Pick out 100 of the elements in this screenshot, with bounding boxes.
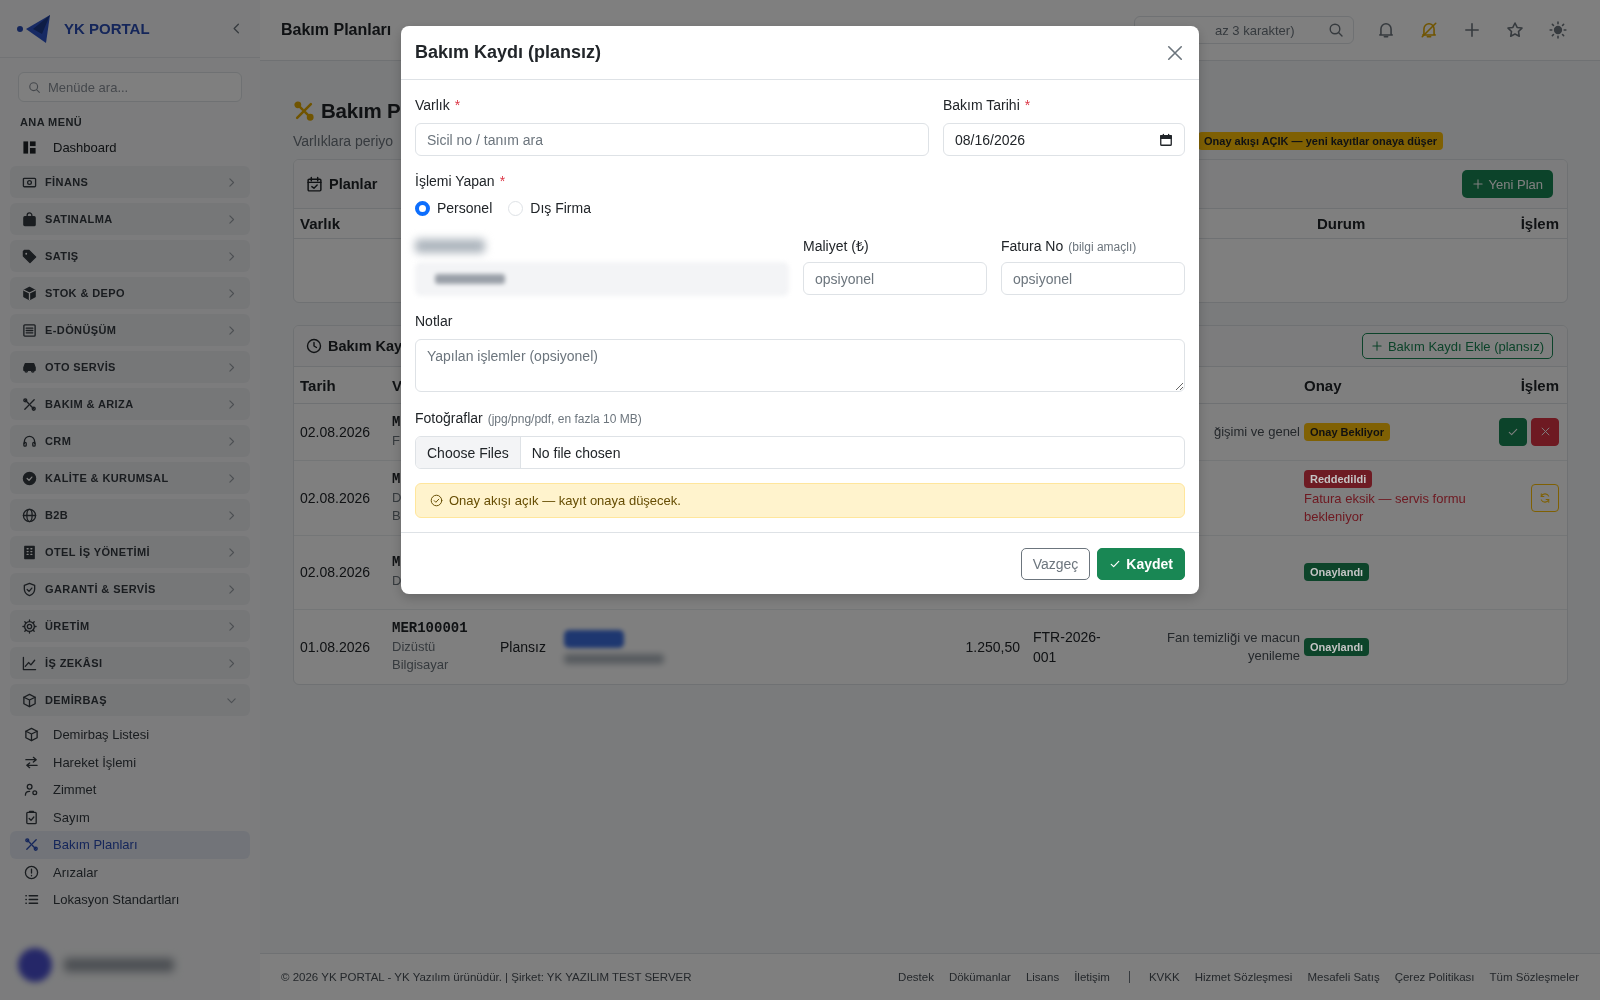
table-cell-text: Fan temizliği ve macun yenileme [1166, 628, 1301, 665]
asset-name: Dizüstü Bilgisayar [392, 637, 449, 674]
invoice-field[interactable]: opsiyonel [1001, 262, 1185, 295]
field-label: Fotoğraflar [415, 409, 483, 427]
choose-files-button[interactable]: Choose Files [416, 437, 521, 468]
reject-button[interactable] [1531, 417, 1559, 446]
notes-field[interactable]: Yapılan işlemler (opsiyonel) [415, 339, 1185, 392]
sidebar-item[interactable]: Arızalar [10, 858, 250, 886]
seal-icon [22, 470, 37, 486]
menu-group[interactable]: FİNANS [10, 166, 250, 198]
footer-link[interactable]: Destek [898, 971, 934, 983]
table-cell-text: Plansız [500, 638, 547, 655]
sidebar-item[interactable]: Bakım Planları [10, 831, 250, 859]
table-cell-text: 02.08.2026 [300, 489, 372, 506]
column-header: Varlık [300, 215, 342, 232]
search-icon [1328, 22, 1344, 38]
star-icon[interactable] [1505, 21, 1524, 39]
asset-search-field[interactable]: Sicil no / tanım ara [415, 123, 929, 156]
radio-label: Dış Firma [530, 200, 591, 216]
tools-icon [293, 100, 315, 122]
menu-group[interactable]: BAKIM & ARIZA [10, 388, 250, 420]
menu-group[interactable]: SATIŞ [10, 240, 250, 272]
menu-group[interactable]: DEMİRBAŞ [10, 684, 250, 716]
section-label: ANA MENÜ [19, 116, 84, 128]
dashboard-icon [22, 139, 37, 155]
menu-group[interactable]: SATINALMA [10, 203, 250, 235]
menu-group[interactable]: İŞ ZEKÂSI [10, 647, 250, 679]
footer-link[interactable]: KVKK [1148, 971, 1180, 983]
rejection-note: Fatura eksik — servis formu bekleniyor [1304, 489, 1467, 526]
radio-option[interactable]: Dış Firma [508, 200, 591, 216]
new-plan-button[interactable]: Yeni Plan [1461, 170, 1553, 198]
cube-icon [22, 692, 37, 708]
placeholder-text: Menüde ara... [48, 79, 129, 95]
date-field[interactable]: 08/16/2026 [943, 123, 1185, 156]
alert-icon [24, 864, 39, 880]
menu-group[interactable]: E-DÖNÜŞÜM [10, 314, 250, 346]
field-label: Fatura No [1001, 237, 1064, 255]
sidebar-item[interactable]: Sayım [10, 803, 250, 831]
file-input[interactable]: Choose Files No file chosen [415, 436, 1185, 469]
save-button[interactable]: Kaydet [1097, 548, 1185, 580]
cube-icon [24, 727, 39, 743]
add-record-button[interactable]: Bakım Kaydı Ekle (plansız) [1361, 333, 1553, 359]
sidebar-item[interactable]: Hareket İşlemi [10, 748, 250, 776]
clock-icon [306, 338, 322, 354]
required-mark: * [454, 96, 461, 114]
field-hint: (jpg/png/pdf, en fazla 10 MB) [487, 411, 642, 428]
approve-button[interactable] [1499, 417, 1527, 446]
menu-group[interactable]: GARANTİ & SERVİS [10, 573, 250, 605]
headset-icon [22, 433, 37, 449]
table-cell-text: ğişimi ve genel [1213, 422, 1301, 441]
bag-icon [22, 211, 37, 227]
check-circle-icon [430, 494, 443, 507]
plus-icon[interactable] [1462, 21, 1481, 39]
sidebar-item[interactable]: Zimmet [10, 776, 250, 804]
footer-link[interactable]: Mesafeli Satış [1307, 971, 1380, 983]
bell-slash-icon[interactable] [1419, 21, 1438, 39]
menu-group[interactable]: OTO SERVİS [10, 351, 250, 383]
approval-flow-badge: Onay akışı AÇIK — yeni kayıtlar onaya düşer [1198, 132, 1444, 150]
table-cell-text: 02.08.2026 [300, 423, 372, 440]
user-icon [24, 782, 39, 798]
status-badge: Onay Bekliyor [1304, 422, 1390, 441]
menu-group[interactable]: KALİTE & KURUMSAL [10, 462, 250, 494]
copyright-text: © 2026 YK PORTAL - YK Yazılım ürünüdür. | Şirket: YK YAZILIM TEST SERVER [281, 971, 693, 983]
menu-search-field[interactable]: Menüde ara... [18, 72, 242, 102]
footer-link[interactable]: Çerez Politikası [1394, 971, 1475, 983]
theme-icon[interactable] [1548, 21, 1567, 39]
menu-group[interactable]: STOK & DEPO [10, 277, 250, 309]
table-cell-text: 02.08.2026 [300, 564, 372, 580]
menu-group[interactable]: ÜRETİM [10, 610, 250, 642]
footer-link[interactable]: Dökümanlar [948, 971, 1011, 983]
tools-icon [22, 396, 37, 412]
footer-link[interactable]: Hizmet Sözleşmesi [1194, 971, 1293, 983]
footer-link[interactable]: Lisans [1025, 971, 1060, 983]
cube-icon [22, 285, 37, 301]
search-icon [28, 80, 41, 94]
footer-link[interactable]: Tüm Sözleşmeler [1489, 971, 1579, 983]
asset-name: D B [392, 488, 402, 525]
sidebar-item[interactable]: Dashboard [0, 134, 260, 160]
page-description: Varlıklara periyo [293, 133, 394, 149]
menu-group[interactable]: CRM [10, 425, 250, 457]
cost-field[interactable]: opsiyonel [803, 262, 987, 295]
sidebar-item[interactable]: Demirbaş Listesi [10, 721, 250, 749]
radio-button[interactable] [415, 200, 430, 216]
required-mark: * [1024, 96, 1031, 114]
column-header: Tarih [300, 376, 337, 394]
sidebar-item[interactable]: Lokasyon Standartları [10, 886, 250, 914]
status-badge: Onaylandı [1304, 637, 1370, 656]
radio-option[interactable]: Personel [415, 200, 493, 216]
column-header: Onay [1304, 376, 1343, 394]
refresh-icon [1539, 491, 1551, 504]
footer-link[interactable]: İletişim [1074, 971, 1110, 983]
bell-icon[interactable] [1376, 21, 1395, 39]
menu-group[interactable]: B2B [10, 499, 250, 531]
close-icon [1539, 426, 1551, 438]
cancel-button[interactable]: Vazgeç [1020, 548, 1091, 580]
asset-code: MER100001 [392, 618, 468, 638]
menu-group[interactable]: OTEL İŞ YÖNETİMİ [10, 536, 250, 568]
radio-label: Personel [437, 200, 493, 216]
alert-text: Onay akışı açık — kayıt onaya düşecek. [449, 493, 681, 508]
asset-name: D [392, 572, 402, 591]
